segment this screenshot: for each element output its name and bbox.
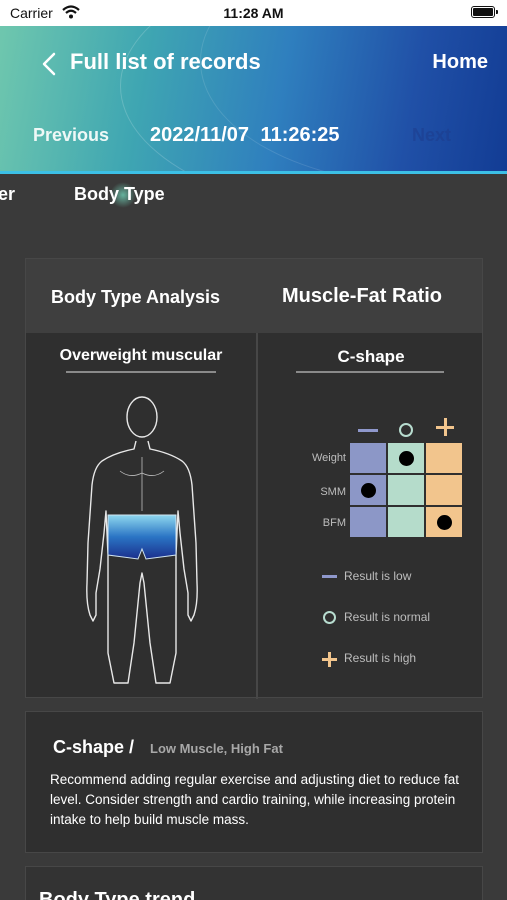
legend-normal-icon [323, 611, 336, 624]
legend-high: Result is high [344, 651, 417, 665]
tab-previous[interactable]: er [0, 184, 15, 205]
body-type-trend-card: Body Type trend [25, 866, 483, 900]
row-label-bfm: BFM [322, 517, 346, 529]
record-datetime: 2022/11/07 11:26:25 [150, 124, 340, 146]
body-type-underline [66, 371, 216, 373]
battery-icon [471, 6, 498, 18]
card-header: Body Type Analysis Muscle-Fat Ratio [26, 259, 482, 333]
cell-bfm-high [426, 507, 462, 537]
status-bar: Carrier 11:28 AM [0, 0, 507, 26]
previous-button[interactable]: Previous [33, 125, 109, 146]
back-chevron-icon[interactable] [40, 52, 58, 76]
body-type-result: Overweight muscular [59, 347, 223, 364]
cell-weight-normal [388, 443, 424, 473]
cell-smm-low [350, 475, 386, 505]
cell-smm-high [426, 475, 462, 505]
result-marker [437, 515, 452, 530]
legend-high-icon [322, 652, 337, 667]
recommendation-card: C-shape / Low Muscle, High Fat Recommend… [25, 711, 483, 853]
shape-underline [296, 371, 444, 373]
body-type-analysis-heading: Body Type Analysis [51, 287, 221, 307]
muscle-fat-ratio-heading: Muscle-Fat Ratio [282, 285, 443, 307]
normal-column-icon [399, 423, 413, 437]
high-column-icon [436, 418, 454, 436]
recommendation-text: Recommend adding regular exercise and ad… [50, 772, 459, 827]
legend-low: Result is low [344, 569, 412, 583]
legend-low-icon [322, 575, 337, 578]
low-column-icon [358, 429, 378, 432]
recommendation-title: C-shape / [53, 737, 135, 757]
cell-bfm-normal [388, 507, 424, 537]
shape-result: C-shape [337, 347, 405, 366]
body-type-analysis-card: Body Type Analysis Muscle-Fat Ratio Over… [25, 258, 483, 699]
body-silhouette-icon [86, 396, 198, 684]
cell-weight-high [426, 443, 462, 473]
tab-body-type[interactable]: Body Type [74, 184, 165, 205]
cell-bfm-low [350, 507, 386, 537]
recommendation-subtitle: Low Muscle, High Fat [150, 741, 283, 756]
column-divider [256, 333, 258, 699]
clock: 11:28 AM [223, 5, 284, 21]
trend-title: Body Type trend [39, 889, 196, 900]
result-marker [361, 483, 376, 498]
legend-normal: Result is normal [344, 610, 431, 624]
row-label-smm: SMM [320, 486, 346, 498]
header-divider [0, 171, 507, 174]
cell-weight-low [350, 443, 386, 473]
cell-smm-normal [388, 475, 424, 505]
header: Full list of records Home Previous 2022/… [0, 26, 507, 174]
page-title[interactable]: Full list of records [70, 49, 261, 75]
row-label-weight: Weight [311, 452, 346, 464]
home-button[interactable]: Home [432, 51, 488, 74]
next-button[interactable]: Next [412, 125, 451, 146]
result-marker [399, 451, 414, 466]
